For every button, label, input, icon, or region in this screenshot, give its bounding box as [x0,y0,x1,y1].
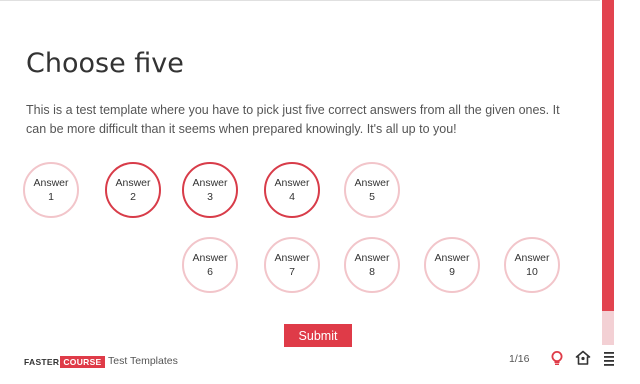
logo-text-faster: FASTER [24,357,60,367]
answer-number: 9 [449,266,455,278]
answer-number: 10 [526,266,538,278]
logo-text-course: COURSE [60,356,105,368]
answer-number: 5 [369,191,375,203]
top-divider [0,0,600,1]
answer-label: Answer [514,252,550,264]
answer-number: 6 [207,266,213,278]
answer-number: 8 [369,266,375,278]
answer-label: Answer [274,252,310,264]
answer-option-8[interactable]: Answer 8 [344,237,400,293]
answer-label: Answer [434,252,470,264]
answer-label: Answer [354,177,390,189]
menu-icon[interactable] [601,350,617,366]
answer-number: 2 [130,191,136,203]
answer-option-5[interactable]: Answer 5 [344,162,400,218]
answer-label: Answer [115,177,151,189]
answer-label: Answer [33,177,69,189]
answer-option-2[interactable]: Answer 2 [105,162,161,218]
answer-number: 7 [289,266,295,278]
progress-fill [602,0,614,311]
answer-option-1[interactable]: Answer 1 [23,162,79,218]
footer: FASTER COURSE Test Templates 1/16 [0,350,640,384]
answer-option-4[interactable]: Answer 4 [264,162,320,218]
answer-label: Answer [192,252,228,264]
answer-label: Answer [192,177,228,189]
answer-number: 1 [48,191,54,203]
logo: FASTER COURSE [24,356,105,368]
answer-option-6[interactable]: Answer 6 [182,237,238,293]
page-title: Choose five [26,48,184,79]
lightbulb-icon[interactable] [549,350,565,366]
page-indicator: 1/16 [509,353,530,365]
answer-label: Answer [354,252,390,264]
submit-button[interactable]: Submit [284,324,352,347]
answer-label: Answer [274,177,310,189]
course-title: Test Templates [108,355,178,367]
home-icon[interactable] [575,350,591,366]
answer-number: 3 [207,191,213,203]
answer-number: 4 [289,191,295,203]
progress-bar [602,0,614,345]
question-description: This is a test template where you have t… [26,103,560,136]
answer-option-7[interactable]: Answer 7 [264,237,320,293]
answer-option-9[interactable]: Answer 9 [424,237,480,293]
answer-option-10[interactable]: Answer 10 [504,237,560,293]
answer-option-3[interactable]: Answer 3 [182,162,238,218]
